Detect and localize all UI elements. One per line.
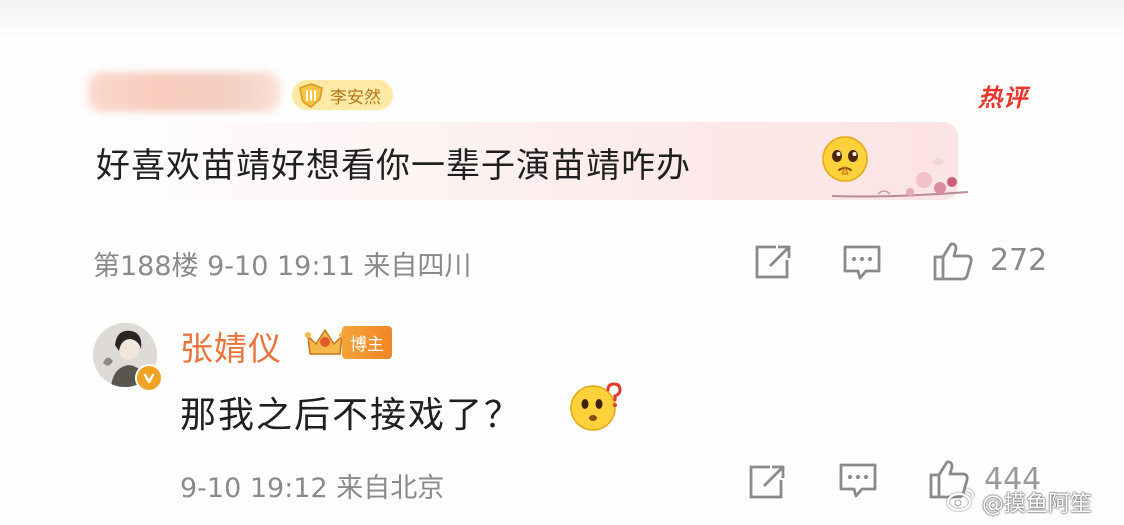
watermark: @摸鱼阿笙 <box>946 484 1092 520</box>
reply-share-icon[interactable] <box>748 464 786 504</box>
bubble-decoration-icon <box>828 152 976 216</box>
share-icon[interactable] <box>754 244 792 284</box>
blogger-badge: 博主 <box>302 324 392 360</box>
comment-screenshot: 李安然 热评 好喜欢苗靖好想看你一辈子演苗靖咋办 第188楼 9-10 19:1… <box>0 0 1124 525</box>
verified-badge-icon <box>135 364 163 392</box>
comment-meta: 第188楼 9-10 19:11 来自四川 <box>93 251 472 282</box>
like-count: 272 <box>990 243 1048 278</box>
fan-shield-icon <box>296 82 326 108</box>
thumbs-up-icon[interactable] <box>932 240 974 286</box>
hot-comment-tag: 热评 <box>978 84 1028 112</box>
fan-badge-label: 李安然 <box>330 87 381 108</box>
blogger-badge-label: 博主 <box>342 325 392 359</box>
watermark-text: @摸鱼阿笙 <box>982 492 1093 517</box>
reply-meta: 9-10 19:12 来自北京 <box>180 473 445 504</box>
reply-text: 那我之后不接戏了？ <box>180 395 523 436</box>
comment-icon[interactable] <box>842 244 882 286</box>
comment-text: 好喜欢苗靖好想看你一辈子演苗靖咋办 <box>96 146 691 186</box>
reply-author-name[interactable]: 张婧仪 <box>180 322 282 370</box>
commenter-name-blurred[interactable] <box>88 72 280 112</box>
blurred-previous-comment <box>0 0 1124 40</box>
fan-badge[interactable]: 李安然 <box>292 80 393 110</box>
reply-comment-icon[interactable] <box>838 462 878 504</box>
weibo-logo-icon <box>946 486 976 518</box>
confused-face-icon <box>568 382 622 436</box>
